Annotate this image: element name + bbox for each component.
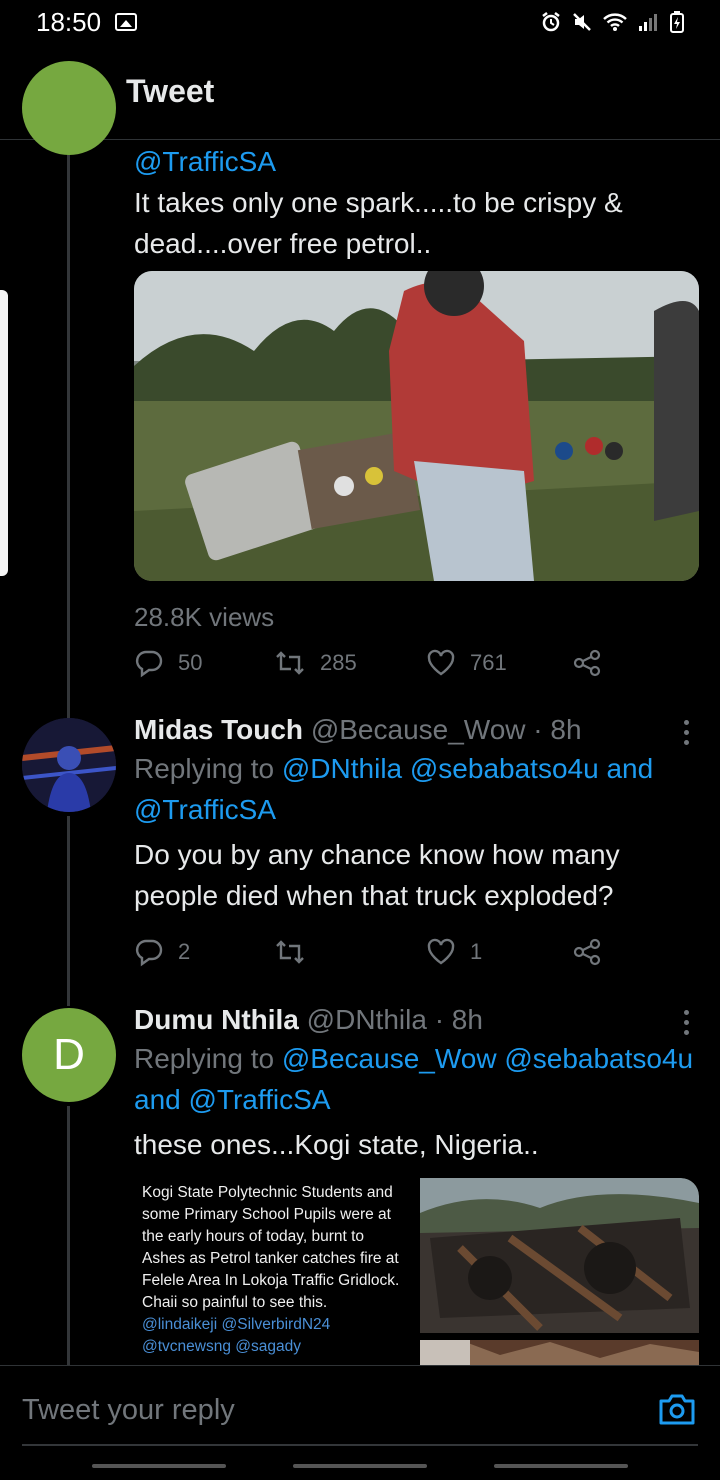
reply-mention[interactable]: @TrafficSA xyxy=(134,141,696,182)
reply-input-underline xyxy=(22,1444,698,1446)
status-time: 18:50 xyxy=(36,6,102,37)
avatar[interactable] xyxy=(22,718,116,812)
display-name[interactable]: Dumu Nthila xyxy=(134,1004,299,1035)
retweet-icon xyxy=(276,940,304,964)
nav-home-indicator[interactable] xyxy=(293,1464,427,1468)
tweet-text: these ones...Kogi state, Nigeria.. xyxy=(134,1129,539,1160)
replying-label: Replying to xyxy=(134,1043,275,1074)
tweet-header: Midas Touch @Because_Wow · 8h xyxy=(134,714,696,746)
reply-icon xyxy=(135,650,163,678)
replying-label: Replying to xyxy=(134,753,275,784)
heart-icon xyxy=(427,938,455,965)
replying-to: Replying to @DNthila @sebabatso4u and @T… xyxy=(134,748,696,830)
view-count: 28.8K views xyxy=(134,602,275,632)
burnt-tanker-photo[interactable] xyxy=(420,1178,699,1333)
avatar[interactable] xyxy=(22,61,116,155)
username[interactable]: @Because_Wow xyxy=(311,714,526,745)
retweet-button[interactable] xyxy=(274,938,320,966)
nav-recents-indicator[interactable] xyxy=(92,1464,226,1468)
like-button[interactable]: 761 xyxy=(426,649,507,677)
mute-icon xyxy=(573,13,591,31)
tweet-actions: 2 1 xyxy=(134,932,604,972)
more-options-button[interactable] xyxy=(676,720,696,745)
wifi-icon xyxy=(603,13,627,31)
like-count: 1 xyxy=(470,939,483,964)
heart-icon xyxy=(427,649,455,676)
alarm-icon xyxy=(542,12,560,32)
like-count: 761 xyxy=(470,650,507,675)
reply-count: 50 xyxy=(178,650,203,675)
retweet-count: 285 xyxy=(320,650,357,675)
system-navigation-bar xyxy=(0,1454,720,1480)
like-button[interactable]: 1 xyxy=(426,938,482,966)
tweet-text: Do you by any chance know how many peopl… xyxy=(134,839,620,911)
page-title: Tweet xyxy=(126,73,215,109)
avatar-letter: D xyxy=(53,1030,85,1079)
reply-button[interactable]: 50 xyxy=(134,648,202,678)
camera-button[interactable] xyxy=(658,1392,696,1431)
retweet-button[interactable]: 285 xyxy=(274,649,357,677)
timestamp: · 8h xyxy=(533,714,582,745)
replying-to: Replying to @Because_Wow @sebabatso4u an… xyxy=(134,1038,696,1120)
second-photo[interactable] xyxy=(420,1340,699,1366)
avatar[interactable]: D xyxy=(22,1008,116,1102)
share-button[interactable] xyxy=(572,938,602,966)
news-caption-image[interactable]: Kogi State Polytechnic Students and some… xyxy=(134,1178,412,1366)
tweet-actions: 50 285 761 xyxy=(134,643,604,683)
tweet-header: Dumu Nthila @DNthila · 8h xyxy=(134,1004,696,1036)
nav-back-indicator[interactable] xyxy=(494,1464,628,1468)
share-button[interactable] xyxy=(572,649,602,677)
battery-icon xyxy=(670,11,684,33)
reply-icon xyxy=(135,939,163,967)
timestamp: · 8h xyxy=(434,1004,483,1035)
caption-text: Kogi State Polytechnic Students and some… xyxy=(142,1184,400,1311)
tweet-image-grid[interactable]: Kogi State Polytechnic Students and some… xyxy=(134,1178,699,1366)
more-options-button[interactable] xyxy=(676,1010,696,1035)
signal-icon xyxy=(639,14,657,31)
reply-input[interactable]: Tweet your reply xyxy=(22,1394,235,1427)
reply-button[interactable]: 2 xyxy=(134,937,190,967)
tweet-video[interactable] xyxy=(134,271,699,581)
thread-connector xyxy=(67,141,70,719)
caption-mentions: @lindaikeji @SilverbirdN24 @tvcnewsng @s… xyxy=(142,1316,331,1355)
username[interactable]: @DNthila xyxy=(307,1004,427,1035)
status-bar: 18:50 xyxy=(0,0,720,44)
thread-connector xyxy=(67,816,70,1006)
retweet-icon xyxy=(276,651,304,675)
gallery-notification-icon xyxy=(115,13,138,31)
thread-connector xyxy=(67,1106,70,1366)
edge-panel-handle[interactable] xyxy=(0,290,8,576)
display-name[interactable]: Midas Touch xyxy=(134,714,303,745)
video-thumbnail xyxy=(134,271,699,581)
share-icon xyxy=(573,649,601,677)
reply-count: 2 xyxy=(178,939,191,964)
share-icon xyxy=(573,938,601,966)
camera-icon xyxy=(659,1394,695,1425)
tweet-text: It takes only one spark.....to be crispy… xyxy=(134,187,623,259)
status-icons xyxy=(540,11,684,33)
